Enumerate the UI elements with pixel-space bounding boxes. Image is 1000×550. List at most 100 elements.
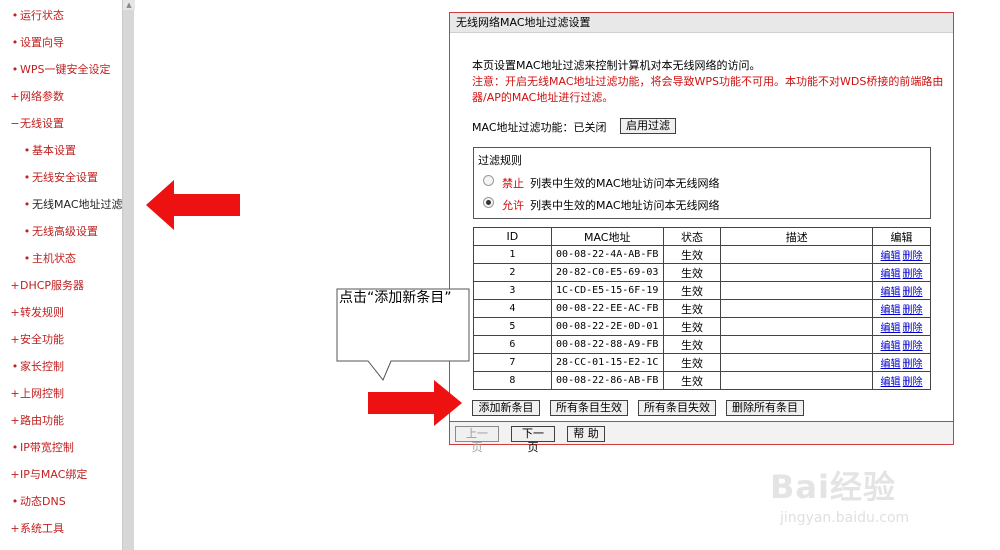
- sidebar-item-marker: •: [23, 198, 31, 211]
- sidebar-item[interactable]: +IP与MAC绑定: [0, 465, 122, 485]
- sidebar-item[interactable]: +路由功能: [0, 411, 122, 431]
- delete-all-button[interactable]: 删除所有条目: [726, 400, 804, 416]
- sidebar-item[interactable]: • 基本设置: [0, 141, 122, 161]
- row-actions: 编辑 删除: [872, 299, 931, 318]
- sidebar-item-label: 系统工具: [20, 522, 64, 535]
- sidebar-item[interactable]: −无线设置: [0, 114, 122, 134]
- add-entry-button[interactable]: 添加新条目: [472, 400, 540, 416]
- sidebar-item[interactable]: • 运行状态: [0, 6, 122, 26]
- sidebar-item[interactable]: +安全功能: [0, 330, 122, 350]
- intro-text: 本页设置MAC地址过滤来控制计算机对本无线网络的访问。: [472, 59, 761, 72]
- edit-link[interactable]: 编辑: [881, 269, 901, 280]
- sidebar-item[interactable]: • 无线高级设置: [0, 222, 122, 242]
- edit-link[interactable]: 编辑: [881, 287, 901, 298]
- sidebar-item[interactable]: • 动态DNS: [0, 492, 122, 512]
- row-mac: 00-08-22-4A-AB-FB: [550, 245, 664, 264]
- sidebar-item[interactable]: +网络参数: [0, 87, 122, 107]
- delete-link[interactable]: 删除: [903, 377, 923, 388]
- arrow-sidebar-icon: [146, 180, 240, 230]
- sidebar-menu: • 运行状态 • 设置向导 • WPS一键安全设定 +网络参数 −无线设置 • 基本设置 • 无线安全…: [0, 0, 122, 550]
- sidebar-item-label: IP与MAC绑定: [20, 468, 88, 481]
- col-edit: 编辑: [872, 227, 931, 246]
- help-button[interactable]: 帮 助: [567, 426, 605, 442]
- table-row: 3 1C-CD-E5-15-6F-19 生效 编辑 删除: [473, 281, 931, 300]
- row-desc: [720, 263, 874, 282]
- table-row: 1 00-08-22-4A-AB-FB 生效 编辑 删除: [473, 245, 931, 264]
- sidebar-item[interactable]: • WPS一键安全设定: [0, 60, 122, 80]
- sidebar-item[interactable]: +上网控制: [0, 384, 122, 404]
- sidebar-item-marker: •: [11, 9, 19, 22]
- table-row: 4 00-08-22-EE-AC-FB 生效 编辑 删除: [473, 299, 931, 318]
- row-status: 生效: [662, 245, 722, 264]
- row-actions: 编辑 删除: [872, 281, 931, 300]
- sidebar-scrollbar[interactable]: ▲: [122, 0, 135, 550]
- row-mac: 00-08-22-88-A9-FB: [550, 335, 664, 354]
- sidebar-item-marker: •: [23, 225, 31, 238]
- row-status: 生效: [662, 353, 722, 372]
- rules-title: 过滤规则: [478, 154, 522, 167]
- sidebar-item[interactable]: • 无线安全设置: [0, 168, 122, 188]
- edit-link[interactable]: 编辑: [881, 377, 901, 388]
- enable-all-button[interactable]: 所有条目生效: [550, 400, 628, 416]
- col-status: 状态: [662, 227, 722, 246]
- row-id: 2: [473, 263, 552, 282]
- sidebar-item[interactable]: • 无线MAC地址过滤: [0, 195, 122, 215]
- sidebar-item[interactable]: +DHCP服务器: [0, 276, 122, 296]
- sidebar-item-label: DHCP服务器: [20, 279, 85, 292]
- row-id: 6: [473, 335, 552, 354]
- sidebar-item-label: 基本设置: [32, 144, 76, 157]
- edit-link[interactable]: 编辑: [881, 359, 901, 370]
- sidebar-item-marker: +: [10, 522, 20, 535]
- row-actions: 编辑 删除: [872, 263, 931, 282]
- sidebar-item[interactable]: +系统工具: [0, 519, 122, 539]
- mac-filter-panel: 无线网络MAC地址过滤设置 本页设置MAC地址过滤来控制计算机对本无线网络的访问…: [449, 12, 954, 454]
- col-mac: MAC地址: [550, 227, 664, 246]
- row-mac: 20-82-C0-E5-69-03: [550, 263, 664, 282]
- col-id: ID: [473, 227, 552, 246]
- row-desc: [720, 335, 874, 354]
- table-row: 2 20-82-C0-E5-69-03 生效 编辑 删除: [473, 263, 931, 282]
- table-row: 5 00-08-22-2E-0D-01 生效 编辑 删除: [473, 317, 931, 336]
- disable-all-button[interactable]: 所有条目失效: [638, 400, 716, 416]
- prev-page-button[interactable]: 上一页: [455, 426, 499, 454]
- sidebar-item-marker: +: [10, 414, 20, 427]
- sidebar-item-label: 无线安全设置: [32, 171, 98, 184]
- watermark-url: jingyan.baidu.com: [780, 510, 910, 526]
- edit-link[interactable]: 编辑: [881, 305, 901, 316]
- sidebar-item[interactable]: • 家长控制: [0, 357, 122, 377]
- sidebar-item[interactable]: +转发规则: [0, 303, 122, 323]
- sidebar-item-label: WPS一键安全设定: [20, 63, 111, 76]
- sidebar-item-marker: +: [10, 468, 20, 481]
- row-status: 生效: [662, 335, 722, 354]
- edit-link[interactable]: 编辑: [881, 323, 901, 334]
- delete-link[interactable]: 删除: [903, 359, 923, 370]
- deny-key-label: 禁止: [502, 177, 524, 190]
- sidebar-item[interactable]: • 主机状态: [0, 249, 122, 269]
- sidebar-item-marker: +: [10, 90, 20, 103]
- deny-radio[interactable]: [483, 175, 494, 186]
- col-desc: 描述: [720, 227, 874, 246]
- row-mac: 00-08-22-EE-AC-FB: [550, 299, 664, 318]
- table-row: 8 00-08-22-86-AB-FB 生效 编辑 删除: [473, 371, 931, 390]
- next-page-button[interactable]: 下一页: [511, 426, 555, 454]
- delete-link[interactable]: 删除: [903, 269, 923, 280]
- sidebar-item-marker: +: [10, 306, 20, 319]
- delete-link[interactable]: 删除: [903, 287, 923, 298]
- mac-address-table: ID MAC地址 状态 描述 编辑 1 00-08-22-4A-AB-FB 生效 编辑…: [473, 227, 931, 390]
- delete-link[interactable]: 删除: [903, 251, 923, 262]
- sidebar-item-label: 运行状态: [20, 9, 64, 22]
- scroll-up-icon[interactable]: ▲: [123, 0, 135, 10]
- sidebar-item[interactable]: • IP带宽控制: [0, 438, 122, 458]
- row-status: 生效: [662, 299, 722, 318]
- sidebar-item-marker: •: [23, 171, 31, 184]
- delete-link[interactable]: 删除: [903, 341, 923, 352]
- allow-radio[interactable]: [483, 197, 494, 208]
- edit-link[interactable]: 编辑: [881, 341, 901, 352]
- delete-link[interactable]: 删除: [903, 305, 923, 316]
- enable-filter-button[interactable]: 启用过滤: [620, 118, 676, 134]
- sidebar-item-label: IP带宽控制: [20, 441, 74, 454]
- edit-link[interactable]: 编辑: [881, 251, 901, 262]
- sidebar-item[interactable]: • 设置向导: [0, 33, 122, 53]
- delete-link[interactable]: 删除: [903, 323, 923, 334]
- row-actions: 编辑 删除: [872, 245, 931, 264]
